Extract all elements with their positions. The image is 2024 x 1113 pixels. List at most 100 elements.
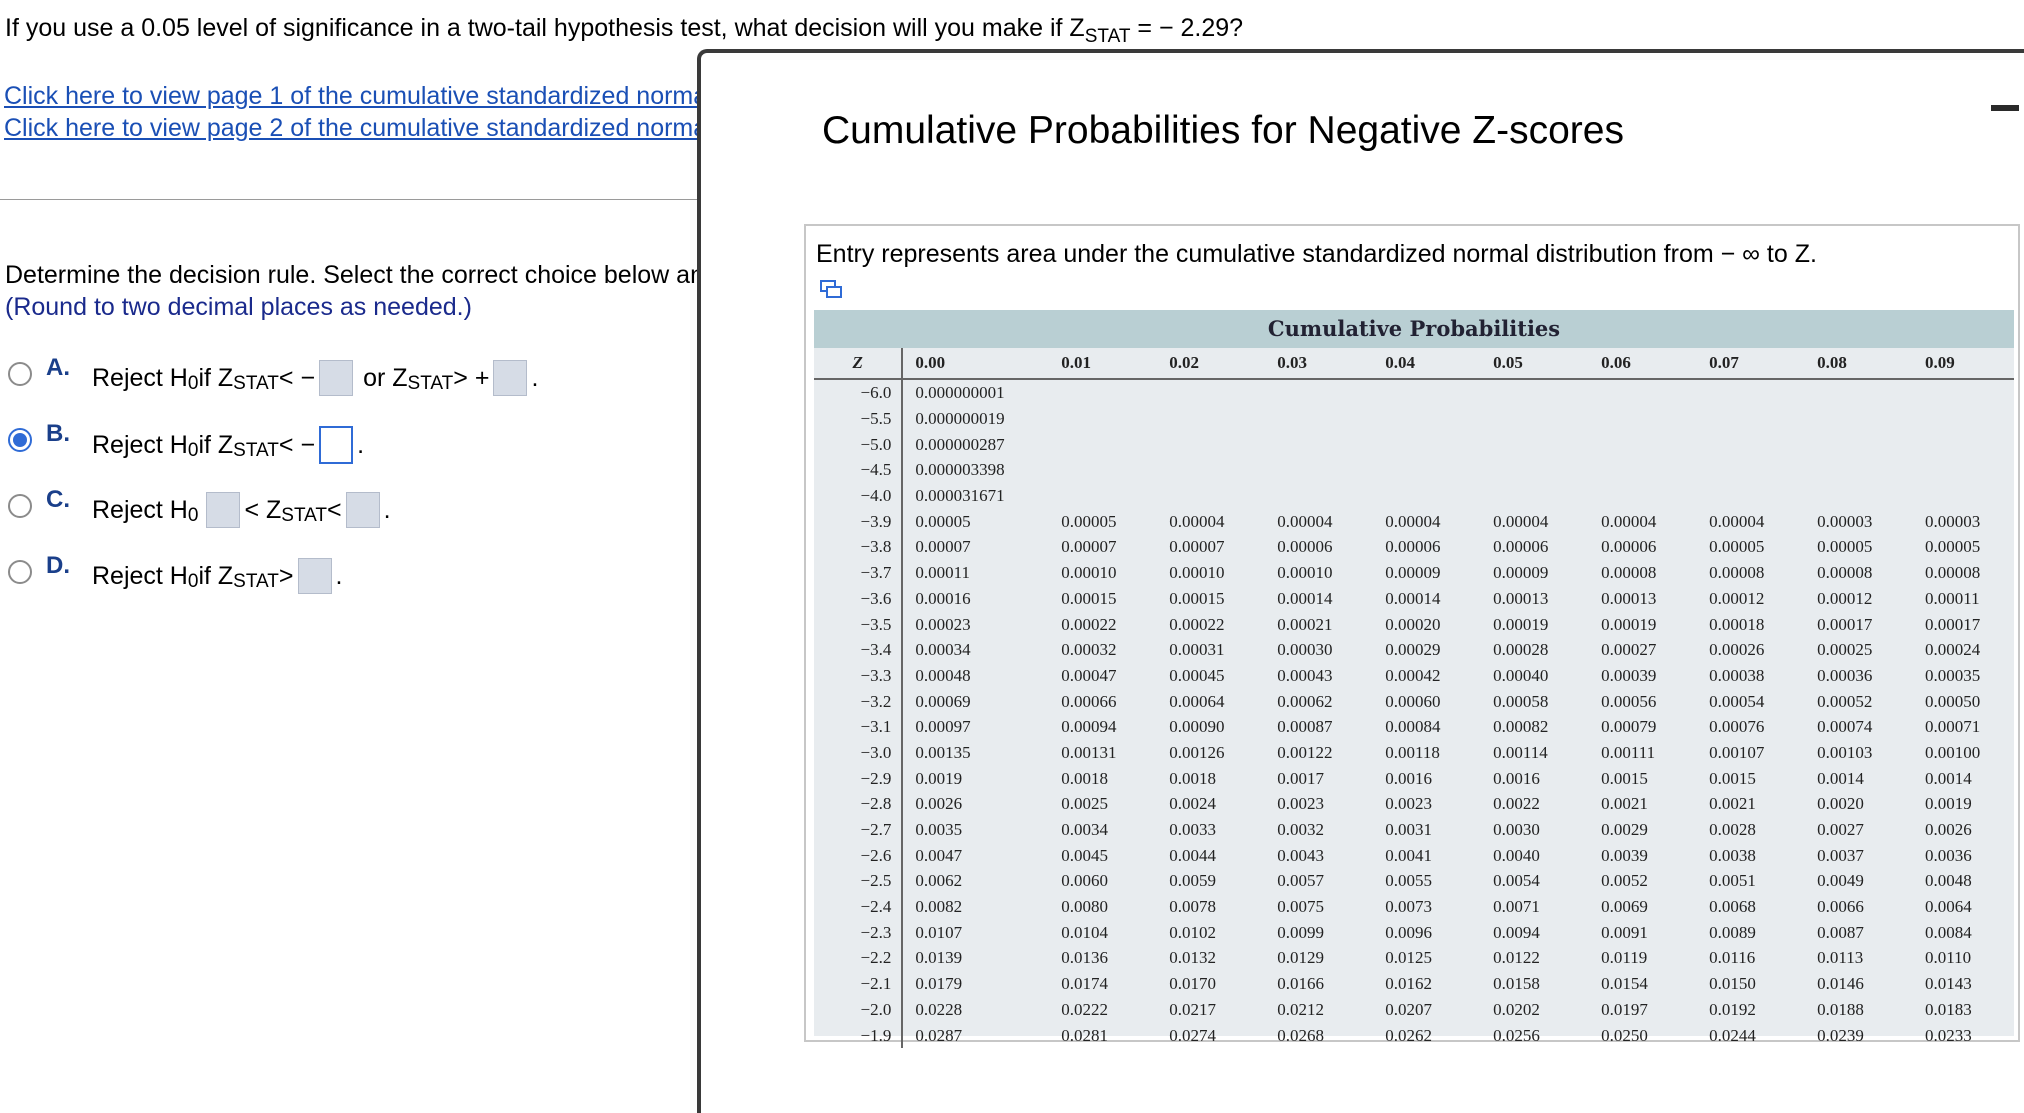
probability-cell: 0.00058 (1493, 691, 1549, 711)
probability-cell: 0.00006 (1493, 537, 1549, 557)
probability-cell: 0.0239 (1817, 1025, 1864, 1045)
probability-cell: 0.0071 (1493, 897, 1540, 917)
probability-cell: 0.0043 (1277, 845, 1324, 865)
probability-cell: 0.00025 (1817, 640, 1873, 660)
probability-cell: 0.0170 (1169, 974, 1217, 994)
choice-letter: D. (46, 552, 70, 579)
question-subscript: STAT (1084, 26, 1131, 47)
probability-cell: 0.00011 (1925, 588, 1980, 608)
link-page-1[interactable]: Click here to view page 1 of the cumulat… (4, 80, 699, 112)
question-suffix: = − 2.29? (1130, 14, 1244, 42)
column-header: 0.01 (1049, 348, 1158, 380)
probability-cell: 0.00007 (1169, 537, 1225, 557)
link-page-2[interactable]: Click here to view page 2 of the cumulat… (4, 112, 699, 144)
probability-cell: 0.0040 (1493, 845, 1540, 865)
probability-cell (1805, 457, 1913, 483)
probability-cell (1157, 457, 1265, 483)
probability-cell: 0.00028 (1493, 640, 1549, 660)
z-value-cell: −2.4 (814, 893, 904, 920)
probability-cell: 0.00005 (1817, 537, 1873, 557)
probability-cell: 0.00064 (1169, 691, 1225, 711)
probability-cell: 0.0059 (1169, 871, 1217, 891)
column-header: 0.03 (1265, 348, 1374, 380)
answer-box-b[interactable] (319, 426, 354, 464)
subscript: 0 (187, 505, 199, 526)
subscript: 0 (187, 440, 199, 461)
probability-cell: 0.0102 (1169, 922, 1217, 942)
probability-cell: 0.0020 (1817, 794, 1864, 814)
probability-cell: 0.00016 (915, 588, 971, 608)
probability-cell: 0.00043 (1277, 665, 1333, 685)
answer-box-a-lower[interactable] (319, 360, 354, 396)
subscript: STAT (281, 505, 328, 526)
probability-cell: 0.00076 (1709, 717, 1765, 737)
probability-cell: 0.00100 (1925, 742, 1981, 762)
probability-cell: 0.00004 (1709, 511, 1765, 531)
probability-cell (1049, 483, 1157, 509)
probability-cell (1913, 379, 2014, 406)
probability-cell (1697, 483, 1805, 509)
probability-cell (1157, 483, 1265, 509)
choice-b[interactable]: B. Reject H0 if Z STAT < − . (0, 408, 698, 474)
table-row: −2.2 0.0139 0.0136 0.0132 0.0129 0.0125 0.0122… (814, 945, 2014, 971)
answer-box-a-upper[interactable] (493, 360, 528, 396)
text: . (383, 495, 391, 524)
probability-cell: 0.00004 (1169, 511, 1225, 531)
probability-cell: 0.0197 (1601, 999, 1648, 1019)
table-row: −3.8 0.00007 0.00007 0.00007 0.00006 0.00006 0… (814, 534, 2014, 560)
probability-cell: 0.0268 (1277, 1025, 1324, 1045)
minimize-icon[interactable] (1991, 105, 2019, 111)
z-value-cell: −3.5 (814, 611, 904, 637)
probability-cell: 0.00087 (1277, 717, 1333, 737)
probability-cell: 0.00013 (1493, 588, 1549, 608)
probability-cell (1157, 431, 1265, 457)
radio-a[interactable] (8, 362, 32, 386)
probability-cell: 0.00005 (1709, 537, 1765, 557)
choice-c[interactable]: C. Reject H0 < Z STAT < . (0, 474, 698, 540)
answer-box-c-upper[interactable] (345, 492, 380, 528)
text: . (335, 561, 343, 590)
probability-cell: 0.0122 (1493, 948, 1540, 968)
radio-c[interactable] (8, 494, 32, 518)
probability-cell: 0.0073 (1385, 897, 1432, 917)
probability-cell: 0.0028 (1709, 820, 1756, 840)
choice-letter: A. (46, 354, 70, 381)
answer-box-d[interactable] (297, 558, 332, 594)
choice-c-text: Reject H0 < Z STAT < . (92, 492, 391, 528)
probability-cell: 0.0029 (1601, 820, 1648, 840)
probability-cell: 0.00071 (1925, 717, 1981, 737)
probability-cell: 0.0136 (1061, 948, 1109, 968)
probability-cell: 0.00031 (1169, 640, 1225, 660)
radio-b-selected[interactable] (8, 428, 32, 452)
radio-d[interactable] (8, 560, 32, 584)
table-row: −2.4 0.0082 0.0080 0.0078 0.0075 0.0073 0.0071… (814, 893, 2014, 920)
probability-cell: 0.00008 (1817, 563, 1873, 583)
probability-cell (1589, 457, 1697, 483)
copy-icon[interactable] (820, 280, 842, 298)
text: < − (278, 363, 316, 392)
probability-cell: 0.0125 (1385, 948, 1432, 968)
probability-cell: 0.00012 (1817, 588, 1873, 608)
probability-cell (1697, 406, 1805, 432)
probability-cell: 0.0089 (1709, 922, 1756, 942)
probability-cell: 0.0107 (915, 922, 963, 942)
probability-cell: 0.00022 (1061, 614, 1117, 634)
probability-cell: 0.00082 (1493, 717, 1549, 737)
probability-cell (1265, 457, 1373, 483)
probability-cell (1049, 431, 1157, 457)
probability-cell: 0.0256 (1493, 1025, 1540, 1045)
table-row: −2.0 0.0228 0.0222 0.0217 0.0212 0.0207 0.0202… (814, 996, 2014, 1023)
z-value-cell: −3.4 (814, 636, 904, 663)
probability-cell: 0.0062 (915, 871, 963, 891)
answer-box-c-lower[interactable] (206, 492, 241, 528)
probability-cell (1805, 406, 1913, 432)
probability-table-area: Cumulative Probabilities Z 0.00 0.01 0.02 0.… (814, 310, 2014, 1048)
table-row: −3.6 0.00016 0.00015 0.00015 0.00014 0.00014 0… (814, 585, 2014, 612)
probability-cell: 0.0039 (1601, 845, 1648, 865)
choice-a[interactable]: A. Reject H0 if Z STAT < − or Z STAT > + . (0, 342, 698, 408)
probability-cell: 0.0014 (1817, 768, 1864, 788)
probability-cell: 0.0262 (1385, 1025, 1432, 1045)
probability-cell: 0.00052 (1817, 691, 1873, 711)
choice-d[interactable]: D. Reject H0 if Z STAT > . (0, 540, 698, 606)
probability-cell: 0.0016 (1385, 768, 1432, 788)
